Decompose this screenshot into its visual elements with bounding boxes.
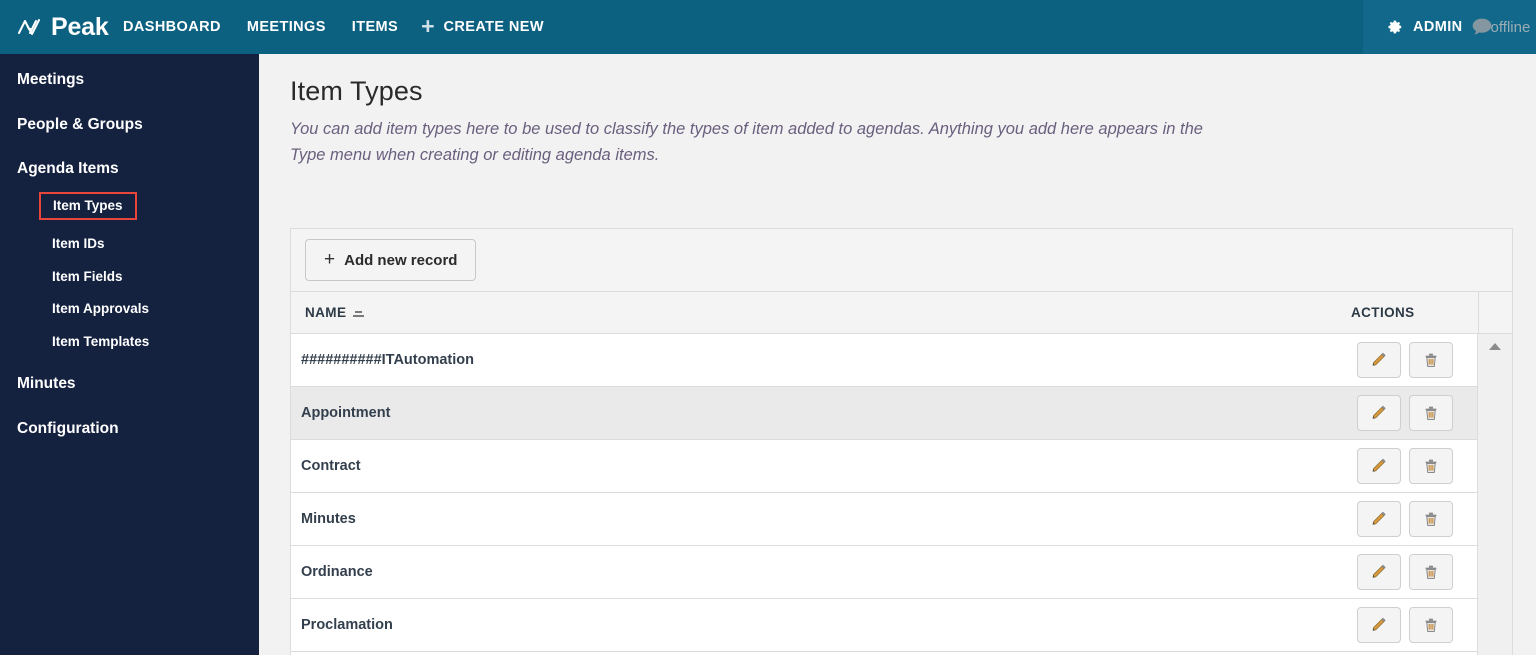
edit-row-button[interactable] [1357, 501, 1401, 537]
cell-actions [1345, 342, 1500, 378]
cell-actions [1345, 501, 1500, 537]
card-toolbar: + Add new record [291, 229, 1512, 292]
speech-bubble-icon [1472, 18, 1491, 35]
gear-icon[interactable] [1385, 18, 1403, 36]
cell-name: Contract [301, 458, 361, 474]
delete-row-button[interactable] [1409, 395, 1453, 431]
page-title: Item Types [290, 76, 423, 106]
trash-icon [1425, 618, 1437, 633]
trash-icon [1425, 512, 1437, 527]
top-navigation-bar: Peak DASHBOARD MEETINGS ITEMS + CREATE N… [0, 0, 1536, 54]
sidebar-item-item-templates[interactable]: Item Templates [0, 316, 259, 349]
sidebar-label: Item Approvals [52, 301, 150, 316]
table-row[interactable]: Ordinance [291, 546, 1512, 599]
delete-row-button[interactable] [1409, 342, 1453, 378]
edit-row-button[interactable] [1357, 554, 1401, 590]
delete-row-button[interactable] [1409, 607, 1453, 643]
table-row[interactable]: Proclamation [291, 599, 1512, 652]
table-row[interactable]: Appointment [291, 387, 1512, 440]
pencil-icon [1372, 405, 1386, 419]
sidebar-item-item-fields[interactable]: Item Fields [0, 251, 259, 284]
cell-actions [1345, 395, 1500, 431]
table-row[interactable]: Minutes [291, 493, 1512, 546]
main-content: Item Types You can add item types here t… [259, 54, 1536, 655]
trash-icon [1425, 353, 1437, 368]
plus-icon: + [421, 12, 435, 39]
edit-row-button[interactable] [1357, 342, 1401, 378]
trash-icon [1425, 565, 1437, 580]
column-header-name[interactable]: NAME [291, 305, 1351, 320]
column-header-actions-label: ACTIONS [1351, 305, 1415, 320]
admin-label[interactable]: ADMIN [1413, 19, 1463, 35]
sidebar: Meetings People & Groups Agenda Items It… [0, 54, 259, 655]
presence-label: offline [1490, 18, 1531, 36]
pencil-icon [1372, 617, 1386, 631]
pencil-icon [1372, 352, 1386, 366]
pencil-icon [1372, 564, 1386, 578]
sidebar-item-item-types[interactable]: Item Types [39, 191, 137, 220]
sidebar-label: People & Groups [17, 115, 143, 133]
page-description: You can add item types here to be used t… [290, 120, 1203, 164]
sidebar-item-configuration[interactable]: Configuration [0, 392, 259, 437]
sidebar-label: Item Templates [52, 333, 150, 349]
cell-name: Minutes [301, 511, 356, 527]
nav-items[interactable]: ITEMS [339, 0, 411, 54]
sidebar-label: Item Fields [52, 268, 123, 284]
cell-name: ##########ITAutomation [301, 352, 474, 368]
sidebar-item-minutes[interactable]: Minutes [0, 348, 259, 392]
brand-logo[interactable]: Peak [0, 12, 110, 41]
sidebar-label: Item IDs [52, 236, 105, 251]
column-header-name-label: NAME [305, 305, 347, 320]
sidebar-label: Configuration [17, 419, 119, 437]
cell-name: Proclamation [301, 617, 393, 633]
add-new-record-button[interactable]: + Add new record [305, 239, 477, 281]
nav-meetings[interactable]: MEETINGS [234, 0, 339, 54]
main-nav: DASHBOARD MEETINGS ITEMS + CREATE NEW [110, 0, 544, 54]
sort-ascending-icon[interactable] [353, 309, 365, 317]
pencil-icon [1372, 458, 1386, 472]
item-types-card: + Add new record NAME ACTIONS ##########… [290, 228, 1513, 655]
scroll-up-arrow-icon[interactable] [1489, 343, 1501, 350]
delete-row-button[interactable] [1409, 448, 1453, 484]
cell-name: Ordinance [301, 564, 373, 580]
edit-row-button[interactable] [1357, 607, 1401, 643]
add-new-record-label: Add new record [344, 251, 458, 269]
cell-actions [1345, 554, 1500, 590]
zigzag-chart-icon [18, 19, 40, 35]
sidebar-item-item-ids[interactable]: Item IDs [0, 220, 259, 251]
table-row[interactable]: Contract [291, 440, 1512, 493]
table-header-row: NAME ACTIONS [291, 292, 1512, 334]
sidebar-label: Agenda Items [17, 160, 119, 177]
trash-icon [1425, 459, 1437, 474]
cell-name: Appointment [301, 405, 391, 421]
edit-row-button[interactable] [1357, 395, 1401, 431]
pencil-icon [1372, 511, 1386, 525]
table-body: ##########ITAutomation Appointment Contr… [291, 334, 1512, 655]
table-vertical-scrollbar[interactable] [1478, 334, 1512, 655]
create-new-button[interactable]: + CREATE NEW [411, 0, 544, 54]
cell-actions [1345, 448, 1500, 484]
brand-name: Peak [51, 12, 109, 41]
cell-actions [1345, 607, 1500, 643]
sidebar-item-people-groups[interactable]: People & Groups [0, 88, 259, 133]
sidebar-label: Meetings [17, 71, 85, 88]
nav-dashboard[interactable]: DASHBOARD [110, 0, 234, 54]
plus-icon: + [324, 248, 336, 270]
sidebar-label: Item Types [53, 197, 123, 213]
header-scrollbar-spacer [1478, 292, 1512, 334]
account-area: ADMIN offline [1363, 0, 1536, 54]
create-new-label: CREATE NEW [443, 19, 544, 35]
sidebar-item-agenda-items[interactable]: Agenda Items [0, 132, 259, 177]
edit-row-button[interactable] [1357, 448, 1401, 484]
sidebar-item-meetings[interactable]: Meetings [0, 54, 259, 88]
table-row[interactable]: ##########ITAutomation [291, 334, 1512, 387]
sidebar-label: Minutes [17, 375, 76, 392]
presence-status[interactable]: offline [1471, 17, 1531, 37]
delete-row-button[interactable] [1409, 501, 1453, 537]
trash-icon [1425, 406, 1437, 421]
sidebar-item-item-approvals[interactable]: Item Approvals [0, 283, 259, 316]
delete-row-button[interactable] [1409, 554, 1453, 590]
